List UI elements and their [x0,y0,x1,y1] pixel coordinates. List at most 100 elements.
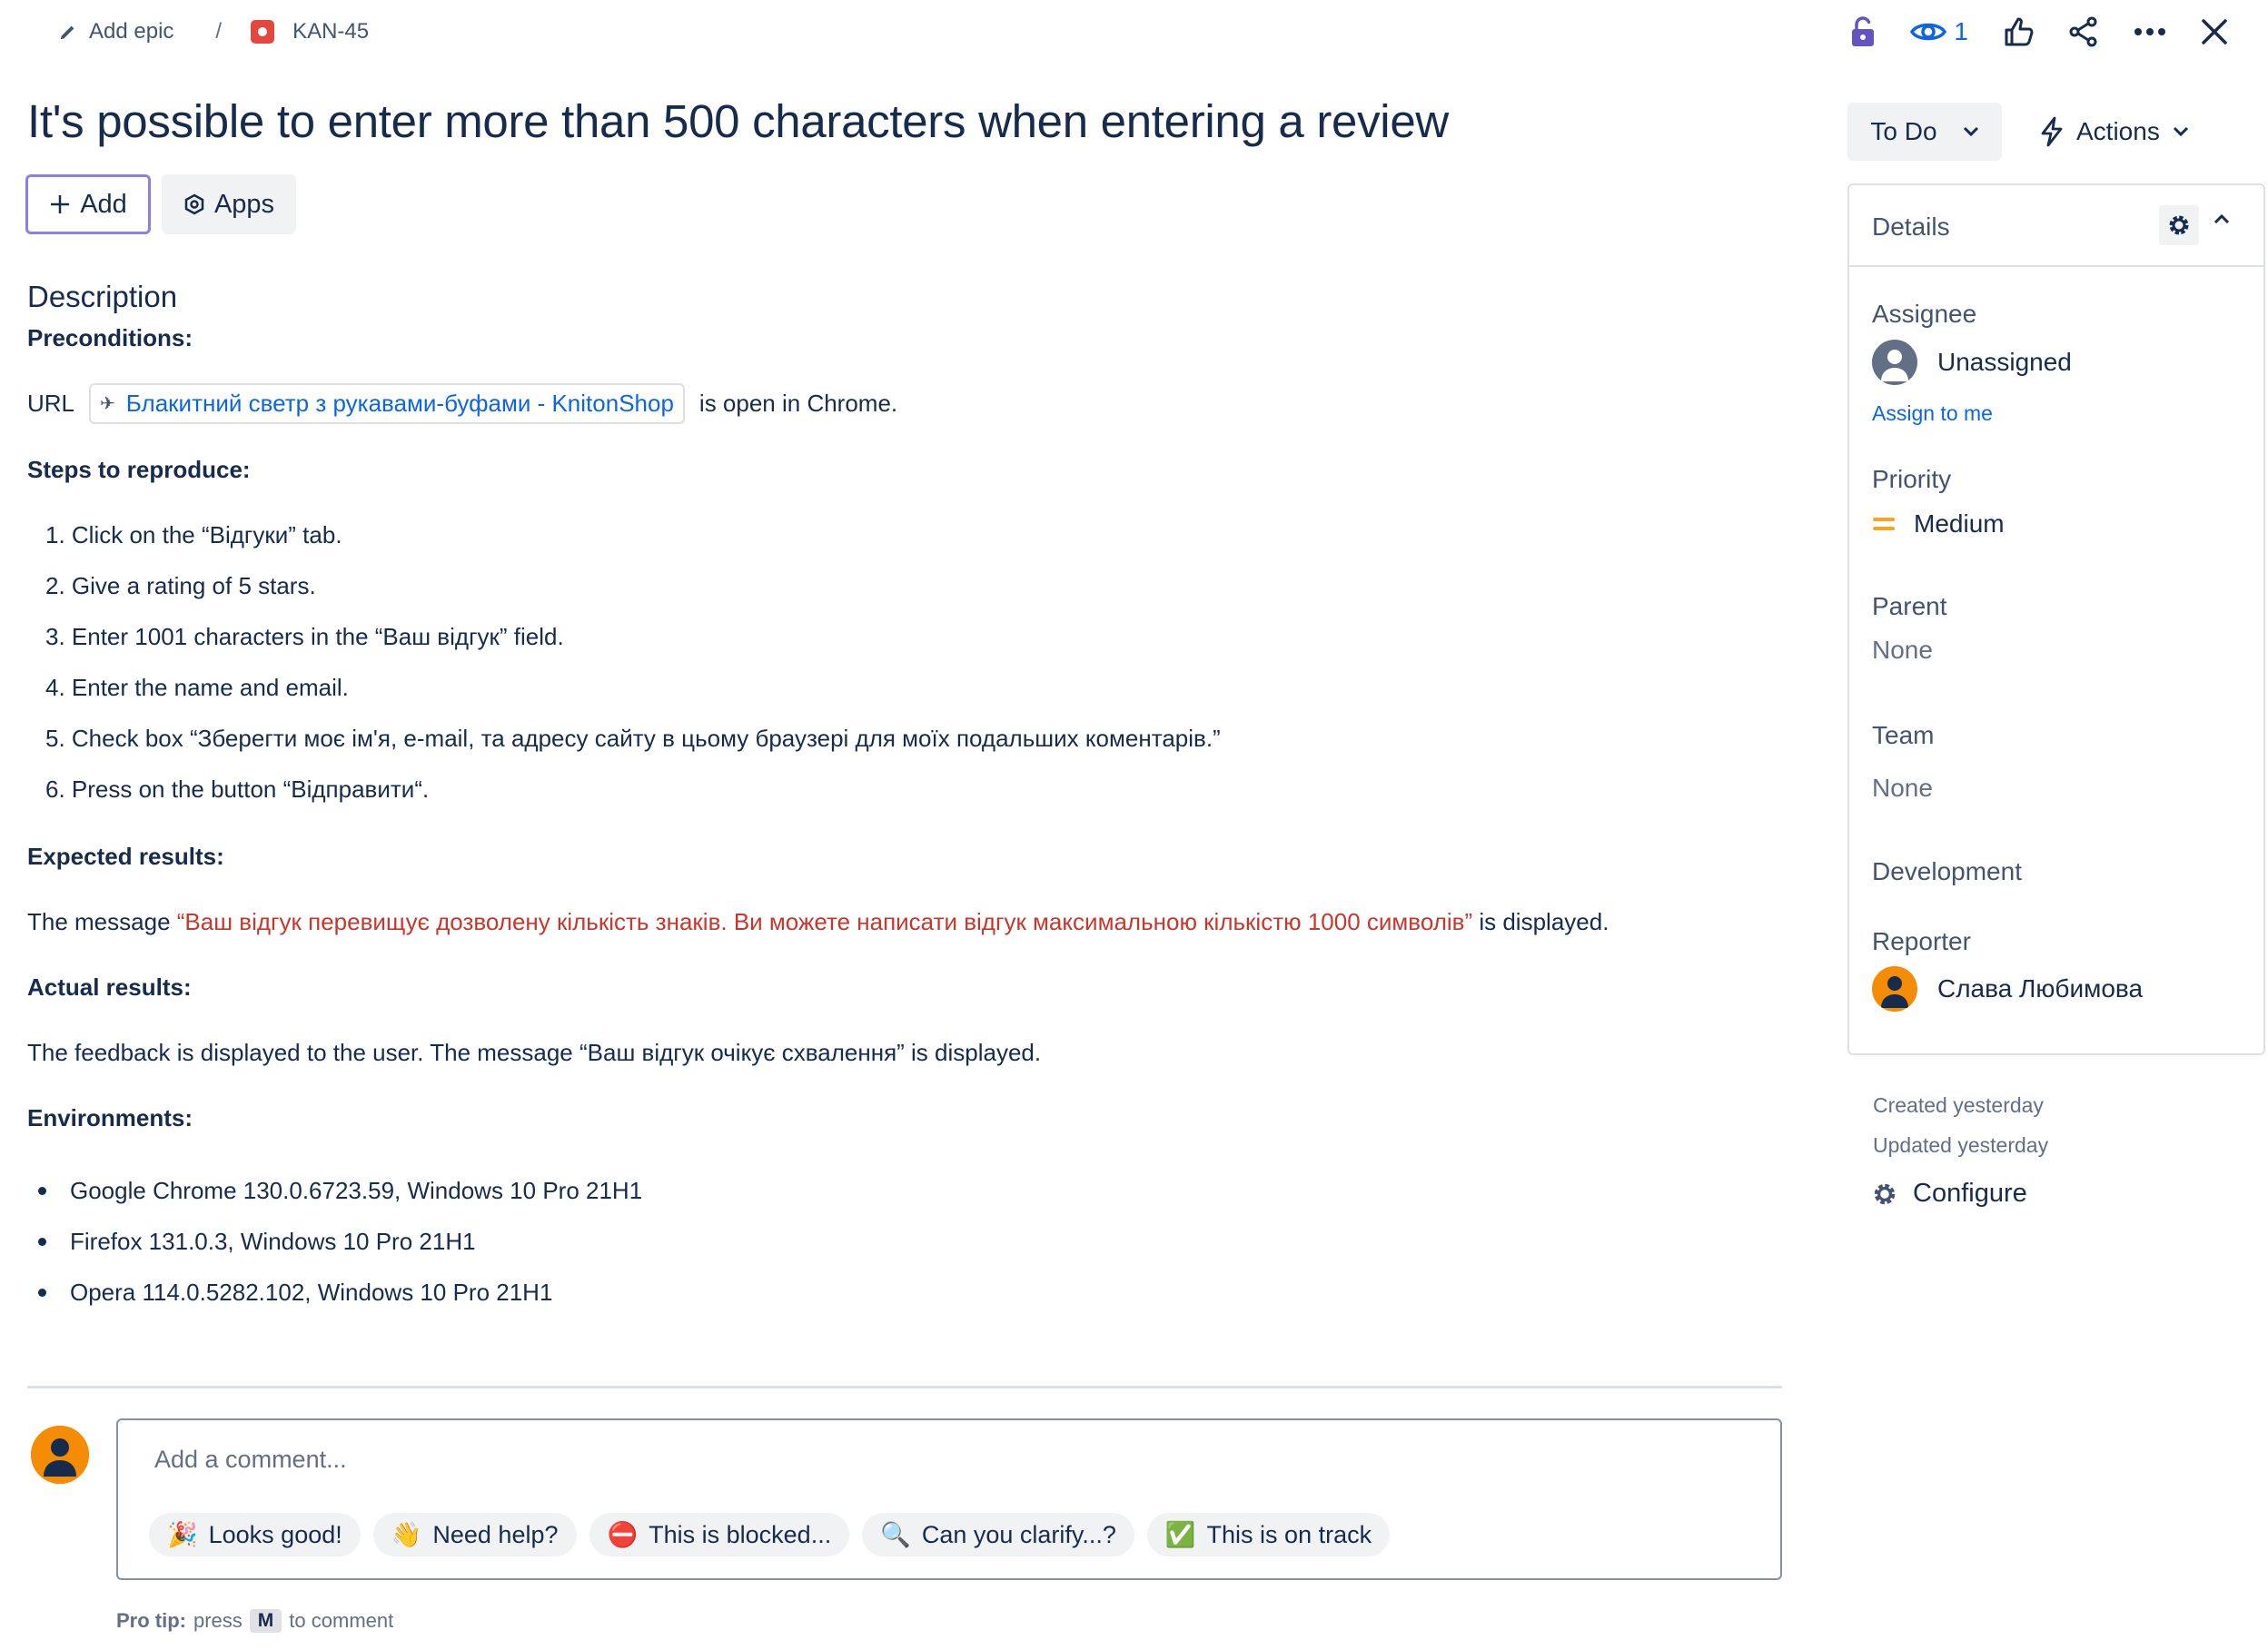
reporter-avatar-icon [1872,966,1917,1012]
eye-icon [1910,23,1947,41]
status-label: To Do [1870,117,1937,145]
add-label: Add [80,189,127,219]
url-link-text: Блакитний светр з рукавами-буфами - Knit… [125,390,674,417]
quick-reply-label: This is blocked... [649,1520,832,1548]
environments-list: Google Chrome 130.0.6723.59, Windows 10 … [38,1165,642,1318]
apps-button[interactable]: Apps [162,174,296,234]
expected-message: “Ваш відгук перевищує дозволену кількіст… [176,908,1473,935]
list-item: 2. Give a rating of 5 stars. [45,572,316,599]
created-text: Created yesterday [1873,1093,2044,1117]
quick-reply-blocked[interactable]: ⛔ This is blocked... [589,1513,850,1556]
pro-tip-press: press [193,1609,243,1632]
quick-reply-label: Need help? [432,1520,559,1548]
expected-prefix: The message [27,908,177,935]
configure-button[interactable]: Configure [1871,1179,2027,1209]
team-value[interactable]: None [1872,774,1933,803]
add-epic-link[interactable]: Add epic [89,19,173,44]
divider [27,1386,1782,1388]
apps-label: Apps [213,189,275,219]
plus-icon [51,195,70,213]
actions-button[interactable]: Actions [2025,103,2204,161]
list-item: 1. Click on the “Відгуки” tab. [45,521,342,548]
comment-input[interactable]: Add a comment... [154,1446,347,1474]
add-button[interactable]: Add [25,174,151,234]
close-icon[interactable] [2201,18,2228,45]
unassigned-avatar-icon [1872,340,1917,385]
pro-tip-label: Pro tip: [116,1609,186,1632]
status-dropdown[interactable]: To Do [1847,103,2002,161]
url-smart-link[interactable]: ✈ Блакитний светр з рукавами-буфами - Kn… [89,383,685,425]
quick-reply-on-track[interactable]: ✅ This is on track [1146,1513,1391,1556]
quick-reply-clarify[interactable]: 🔍 Can you clarify...? [862,1513,1134,1556]
list-item: 3. Enter 1001 characters in the “Ваш від… [45,623,564,650]
steps-list: 1. Click on the “Відгуки” tab. 2. Give a… [45,518,1221,823]
check-mark-icon: ✅ [1164,1521,1196,1548]
expected-text: The message “Ваш відгук перевищує дозвол… [27,908,1609,936]
configure-label: Configure [1913,1179,2027,1208]
details-settings-button[interactable] [2159,205,2199,245]
list-item: 6. Press on the button “Відправити“. [45,776,430,803]
actual-text: The feedback is displayed to the user. T… [27,1039,1042,1066]
gear-icon [2169,215,2189,235]
lock-icon[interactable] [1850,15,1876,48]
url-prefix: URL [27,390,75,417]
url-line: URL ✈ Блакитний светр з рукавами-буфами … [27,383,898,425]
wave-icon: 👋 [391,1521,422,1548]
user-avatar-icon [31,1426,89,1484]
list-item: 5. Check box “Зберегти моє ім'я, e-mail,… [45,725,1221,752]
priority-value: Medium [1914,509,2005,538]
list-item: Firefox 131.0.3, Windows 10 Pro 21H1 [38,1216,642,1267]
actions-label: Actions [2076,117,2160,145]
no-entry-icon: ⛔ [607,1521,639,1548]
steps-heading: Steps to reproduce: [27,456,251,483]
lightning-icon [2041,116,2063,147]
quick-reply-looks-good[interactable]: 🎉 Looks good! [149,1513,361,1556]
updated-text: Updated yesterday [1873,1133,2049,1157]
chevron-down-icon [1963,126,1978,137]
description-heading: Description [27,280,178,313]
breadcrumb: Add epic / KAN-45 [58,16,369,47]
parent-value[interactable]: None [1872,636,1933,665]
environments-heading: Environments: [27,1104,193,1131]
environment-text: Opera 114.0.5282.102, Windows 10 Pro 21H… [70,1279,553,1306]
assignee-field[interactable]: Unassigned [1872,340,2072,385]
bug-icon [251,20,275,44]
priority-field[interactable]: Medium [1872,509,2005,538]
assignee-value: Unassigned [1937,348,2072,376]
pro-tip-rest: to comment [289,1609,394,1632]
priority-label: Priority [1872,465,1952,493]
url-suffix: is open in Chrome. [698,390,898,417]
actual-heading: Actual results: [27,973,192,1001]
apps-icon [184,193,204,215]
assign-to-me-link[interactable]: Assign to me [1872,401,1993,426]
team-label: Team [1872,721,1935,749]
details-title: Details [1872,212,1950,241]
pro-tip: Pro tip: press M to comment [116,1609,393,1633]
more-icon[interactable] [2134,27,2166,36]
share-icon[interactable] [2068,16,2099,47]
watch-count: 1 [1954,17,1968,45]
magnifier-icon: 🔍 [880,1521,911,1548]
chevron-up-icon[interactable] [2213,212,2231,230]
quick-reply-need-help[interactable]: 👋 Need help? [372,1513,577,1556]
expected-suffix: is displayed. [1472,908,1609,935]
party-icon: 🎉 [167,1521,198,1548]
assignee-label: Assignee [1872,300,1977,328]
favicon-icon: ✈ [100,393,115,414]
environment-text: Firefox 131.0.3, Windows 10 Pro 21H1 [70,1228,476,1255]
avatar [31,1426,89,1484]
gear-icon [1874,1183,1896,1204]
reporter-field[interactable]: Слава Любимова [1872,966,2143,1012]
pencil-icon [60,25,74,40]
chevron-down-icon [2173,126,2188,137]
issue-key-link[interactable]: KAN-45 [292,19,369,44]
quick-reply-label: Looks good! [208,1520,342,1548]
issue-title[interactable]: It's possible to enter more than 500 cha… [27,94,1449,148]
watch-button[interactable]: 1 [1910,17,1968,46]
development-label: Development [1872,857,2022,885]
environment-text: Google Chrome 130.0.6723.59, Windows 10 … [70,1177,643,1204]
issue-header-actions: 1 [1850,9,2228,54]
like-icon[interactable] [2003,16,2034,47]
parent-label: Parent [1872,592,1947,620]
quick-reply-label: This is on track [1206,1520,1372,1548]
